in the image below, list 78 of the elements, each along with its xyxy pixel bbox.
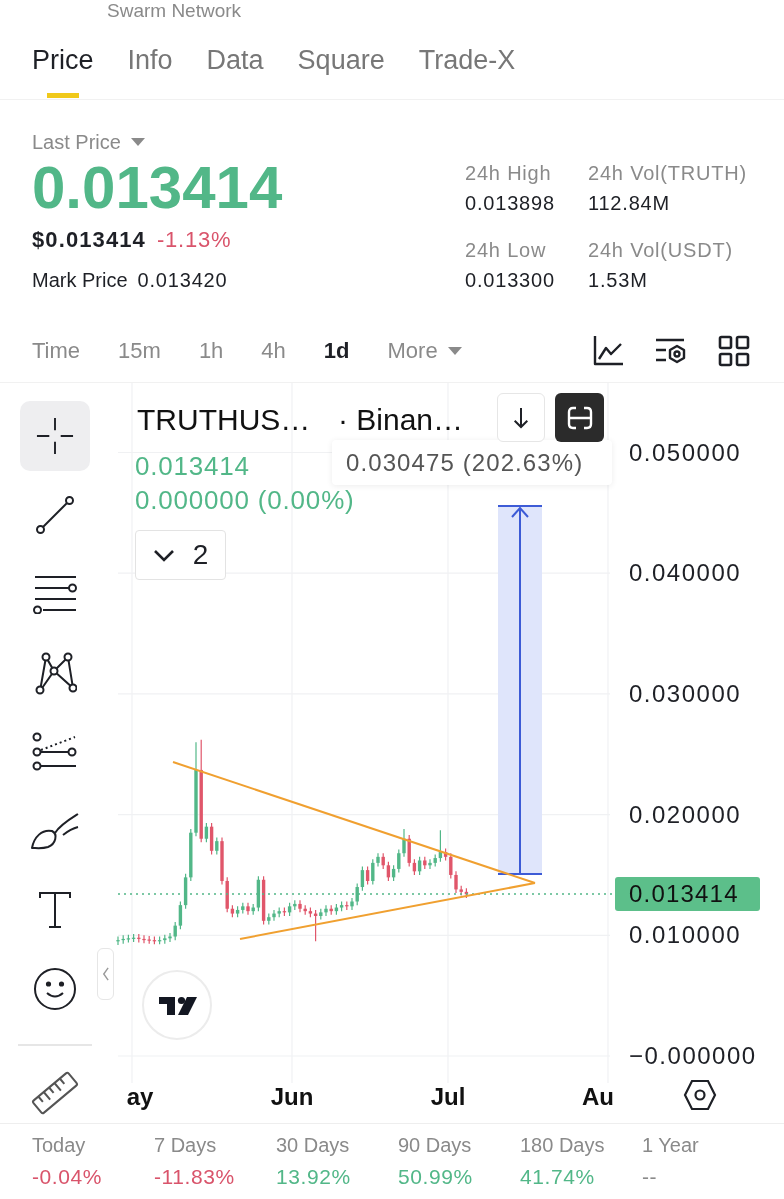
text-tool-icon bbox=[37, 890, 73, 930]
chart-logo-icon bbox=[142, 970, 212, 1040]
period-label: 1 Year bbox=[642, 1133, 699, 1158]
chevron-down-icon bbox=[152, 548, 175, 562]
last-price: 0.013414 bbox=[32, 158, 283, 218]
scroll-down-button[interactable] bbox=[497, 393, 545, 442]
price-axis-label: 0.040000 bbox=[629, 558, 742, 589]
tab[interactable]: Price bbox=[32, 22, 94, 98]
date-axis-label: Au bbox=[582, 1082, 614, 1112]
period-change: -- bbox=[642, 1164, 658, 1190]
settings-icon[interactable] bbox=[683, 1079, 717, 1111]
tab[interactable]: Info bbox=[127, 22, 173, 98]
price-axis-label: −0.000000 bbox=[629, 1041, 757, 1071]
brush-icon bbox=[30, 811, 80, 851]
stat-value: 112.84M bbox=[588, 191, 670, 216]
period-label: Today bbox=[32, 1133, 86, 1158]
price-change: -1.13% bbox=[156, 226, 232, 254]
interval-tab[interactable]: 1d bbox=[323, 336, 350, 366]
trend-line-icon bbox=[35, 495, 75, 535]
date-axis-label: Jun bbox=[270, 1082, 314, 1112]
period-change: -11.83% bbox=[154, 1164, 235, 1190]
pattern-icon bbox=[33, 651, 77, 695]
app-subtitle: Swarm Network bbox=[107, 0, 242, 21]
indicator-toggle-button[interactable]: 2 bbox=[135, 530, 226, 580]
caret-icon bbox=[130, 138, 145, 146]
tab[interactable]: Square bbox=[297, 22, 385, 98]
date-axis-label: Jul bbox=[430, 1082, 466, 1112]
period-label: 30 Days bbox=[276, 1133, 350, 1158]
exchange-name: · Binan… bbox=[338, 403, 464, 437]
interval-tab[interactable]: 1h bbox=[198, 336, 224, 366]
crosshair-icon bbox=[36, 417, 74, 455]
price-type-dropdown[interactable]: Last Price bbox=[32, 128, 145, 156]
interval-tab[interactable]: Time bbox=[32, 336, 81, 366]
period-label: 7 Days bbox=[154, 1133, 217, 1158]
stat-label: 24h Vol(USDT) bbox=[588, 238, 733, 263]
stat-value: 0.013898 bbox=[465, 191, 555, 216]
mark-price-label: Mark Price bbox=[32, 268, 128, 293]
more-dropdown[interactable]: More bbox=[387, 336, 462, 366]
stat-label: 24h Vol(TRUTH) bbox=[588, 161, 747, 186]
price-axis-label: 0.030000 bbox=[629, 678, 742, 709]
stat-value: 0.013300 bbox=[465, 268, 555, 293]
mark-price: 0.013420 bbox=[137, 268, 228, 293]
price-range-measure[interactable] bbox=[497, 505, 543, 875]
panel-toggle-button[interactable] bbox=[97, 948, 114, 1000]
arrow-down-icon bbox=[512, 406, 530, 429]
period-change: 41.74% bbox=[520, 1164, 595, 1190]
price-axis-label: 0.020000 bbox=[629, 799, 742, 830]
period-change: -0.04% bbox=[32, 1164, 103, 1190]
date-axis-label: ay bbox=[126, 1082, 154, 1112]
legend-price: 0.013414 bbox=[135, 450, 250, 482]
price-tag: 0.013414 bbox=[615, 877, 760, 911]
caret-icon bbox=[447, 347, 462, 355]
line-chart-icon[interactable] bbox=[592, 335, 624, 367]
period-label: 90 Days bbox=[398, 1133, 472, 1158]
parallel-lines-icon bbox=[32, 574, 78, 614]
period-change: 13.92% bbox=[276, 1164, 351, 1190]
period-label: 180 Days bbox=[520, 1133, 605, 1158]
tab[interactable]: Data bbox=[206, 22, 264, 98]
price-axis-label: 0.050000 bbox=[629, 437, 742, 468]
interval-tab[interactable]: 15m bbox=[118, 336, 161, 366]
usd-price: $0.013414 bbox=[32, 226, 146, 254]
legend-change: 0.000000 (0.00%) bbox=[135, 484, 355, 516]
tab[interactable]: Trade-X bbox=[418, 22, 516, 98]
stat-label: 24h Low bbox=[465, 238, 547, 263]
fullscreen-button[interactable] bbox=[555, 393, 604, 442]
measure-label: 0.030475 (202.63%) bbox=[332, 440, 612, 485]
grid-icon[interactable] bbox=[718, 335, 750, 367]
price-axis-label: 0.010000 bbox=[629, 920, 742, 951]
fullscreen-icon bbox=[566, 405, 593, 430]
interval-tab[interactable]: 4h bbox=[261, 336, 286, 366]
stat-label: 24h High bbox=[465, 161, 552, 186]
chevron-left-icon bbox=[102, 967, 109, 981]
trend-line[interactable] bbox=[172, 761, 536, 884]
stat-value: 1.53M bbox=[588, 268, 648, 293]
symbol-name: TRUTHUS… bbox=[137, 403, 311, 437]
smiley-icon bbox=[33, 967, 77, 1011]
fib-levels-icon bbox=[32, 732, 78, 772]
period-change: 50.99% bbox=[398, 1164, 473, 1190]
